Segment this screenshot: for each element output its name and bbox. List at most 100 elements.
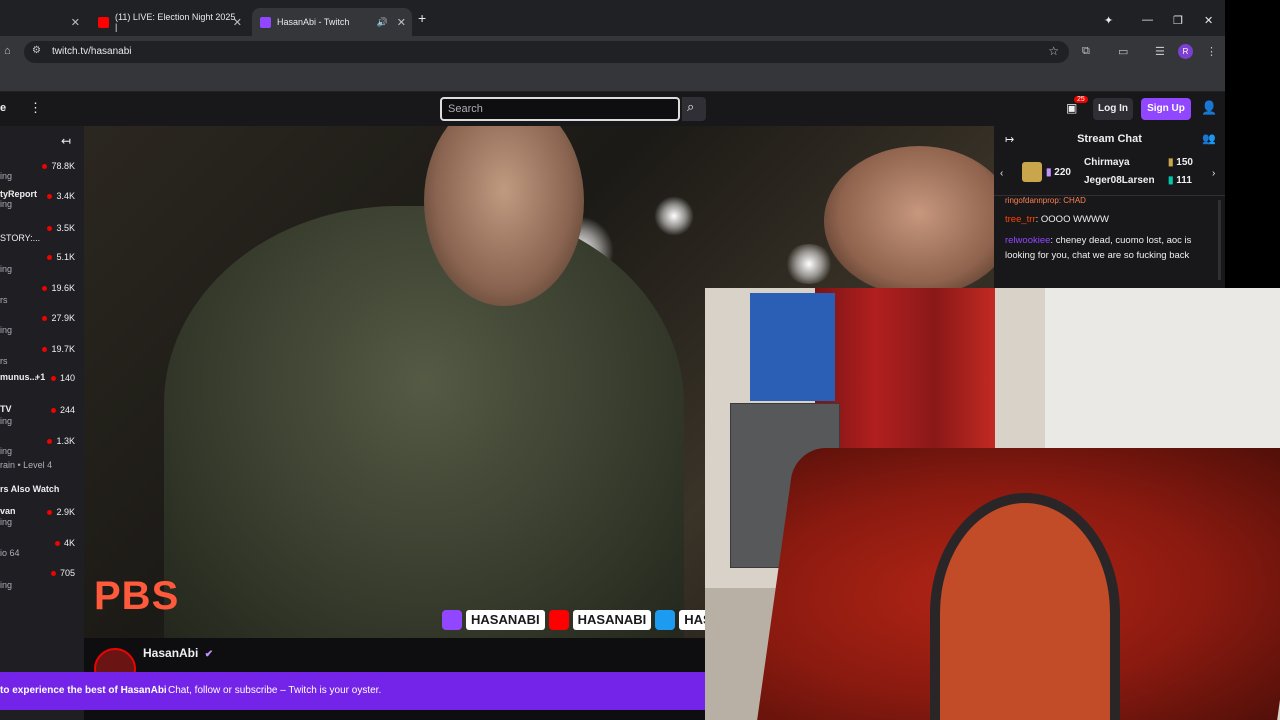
viewer-count: 5.1K — [56, 252, 75, 262]
viewer-count: 19.7K — [51, 344, 75, 354]
chevron-right-icon[interactable]: › — [1212, 168, 1215, 179]
gifter-name: Jeger08Larsen — [1084, 175, 1155, 186]
channel-game: io 64 — [0, 548, 20, 558]
tab-search-icon[interactable]: ☰ — [1155, 45, 1165, 58]
stage-light — [784, 244, 834, 284]
viewer-count: 78.8K — [51, 161, 75, 171]
also-watch-heading: rs Also Watch — [0, 484, 60, 494]
live-dot — [47, 510, 53, 516]
profile-avatar[interactable]: R — [1178, 44, 1193, 59]
ticker-handle: HASANABI — [466, 610, 545, 630]
tab-strip: ✕ (11) LIVE: Election Night 2025 | ✕ Has… — [0, 0, 1225, 36]
gift-leaderboard: ‹ ▮ 220 Chirmaya ▮ 150 Jeger08Larsen ▮ 1… — [994, 154, 1225, 196]
speaker-icon[interactable]: 🔊 — [377, 17, 388, 28]
menu-kebab-icon[interactable]: ⋮ — [1206, 45, 1217, 58]
user-icon[interactable]: 👤 — [1201, 100, 1217, 116]
chat-text: OOOO WWWW — [1040, 214, 1109, 225]
channel-game: ing — [0, 199, 13, 209]
extensions-icon[interactable]: ⧉ — [1082, 45, 1090, 58]
channel-name[interactable]: HasanAbi ✔ — [143, 646, 213, 660]
channel-name: TV — [0, 404, 12, 414]
signup-button[interactable]: Sign Up — [1141, 98, 1191, 120]
gemini-icon[interactable]: ✦ — [1104, 14, 1113, 27]
live-dot — [47, 439, 53, 445]
collapse-sidebar-icon[interactable]: ↤ — [61, 134, 71, 148]
address-bar: ⌂ ⚙ twitch.tv/hasanabi ☆ ⧉ ▭ ☰ R ⋮ — [0, 36, 1225, 68]
live-dot — [42, 347, 48, 353]
viewer-count: 140 — [59, 373, 75, 383]
youtube-favicon-icon — [98, 16, 109, 28]
gift-icon — [1022, 162, 1042, 182]
chat-message-partial: ringofdannprop: CHAD — [1005, 196, 1086, 205]
live-dot — [42, 164, 48, 170]
bookmarks-bar — [0, 68, 1225, 92]
promo-text: Chat, follow or subscribe – Twitch is yo… — [168, 685, 382, 696]
wall — [1045, 288, 1280, 448]
chevron-left-icon[interactable]: ‹ — [1000, 168, 1003, 179]
live-dot — [42, 286, 48, 292]
gifter-name: Chirmaya — [1084, 157, 1130, 168]
chat-username[interactable]: tree_trr — [1005, 214, 1036, 225]
channel-game: ing — [0, 171, 13, 181]
prime-loot-icon[interactable]: ▣ — [1066, 101, 1077, 115]
home-icon[interactable]: ⌂ — [4, 45, 11, 57]
site-info-icon[interactable]: ⚙ — [32, 45, 41, 56]
search-icon: ⌕ — [687, 99, 695, 114]
channel-game: ing — [0, 264, 13, 274]
omnibox[interactable]: ⚙ twitch.tv/hasanabi ☆ — [24, 41, 1069, 63]
login-button[interactable]: Log In — [1093, 98, 1133, 120]
community-icon[interactable]: 👥 — [1202, 132, 1216, 145]
viewer-count: 1.3K — [56, 436, 75, 446]
gift-count: 220 — [1054, 167, 1071, 178]
close-tab-icon[interactable]: ✕ — [397, 16, 406, 29]
chat-scrollbar[interactable] — [1218, 200, 1221, 280]
tab-prev[interactable]: ✕ — [0, 8, 86, 36]
tab-hasanabi[interactable]: HasanAbi - Twitch 🔊 ✕ — [252, 8, 412, 36]
sidepanel-icon[interactable]: ▭ — [1118, 45, 1128, 58]
maximize-icon[interactable]: ❐ — [1173, 14, 1183, 27]
live-dot — [42, 316, 48, 322]
close-tab-icon[interactable]: ✕ — [233, 16, 242, 29]
channel-name: van — [0, 506, 16, 516]
tab-label: HasanAbi - Twitch — [277, 17, 350, 27]
live-dot — [50, 571, 56, 577]
chat-username[interactable]: relwookiee — [1005, 235, 1050, 246]
gifter-entry[interactable]: Jeger08Larsen — [1084, 175, 1155, 186]
more-kebab-icon[interactable]: ⋮ — [29, 100, 42, 116]
browse-link-partial[interactable]: e — [0, 102, 6, 114]
url-text: twitch.tv/hasanabi — [52, 46, 132, 57]
live-dot — [47, 255, 53, 261]
verified-icon: ✔ — [204, 649, 214, 660]
guest-head — [824, 146, 994, 296]
social-ticker: HASANABI HASANABI HASAN — [442, 610, 736, 630]
gifter-count: ▮ 111 — [1168, 175, 1192, 186]
chat-title: Stream Chat — [1077, 133, 1142, 145]
signup-promo-banner[interactable]: to experience the best of HasanAbi Chat,… — [0, 672, 705, 710]
stage-light — [654, 196, 694, 236]
viewer-count: 705 — [59, 568, 75, 578]
extra-count: +1 — [35, 372, 46, 382]
tab-election-night[interactable]: (11) LIVE: Election Night 2025 | ✕ — [90, 8, 248, 36]
viewer-count: 27.9K — [51, 313, 75, 323]
gifter-entry[interactable]: Chirmaya — [1084, 157, 1130, 168]
live-dot — [47, 194, 53, 200]
search-button[interactable]: ⌕ — [682, 97, 706, 121]
viewer-count: 3.5K — [56, 223, 75, 233]
close-tab-icon[interactable]: ✕ — [71, 16, 80, 29]
twitch-topnav: e ⋮ Search ⌕ ▣ 25 Log In Sign Up 👤 — [0, 92, 1225, 126]
new-tab-icon[interactable]: + — [418, 10, 426, 26]
search-input[interactable]: Search — [440, 97, 680, 121]
youtube-icon — [548, 610, 569, 630]
tab-label: (11) LIVE: Election Night 2025 | — [114, 12, 236, 32]
viewer-count: 244 — [59, 405, 75, 415]
live-dot — [47, 226, 53, 232]
close-window-icon[interactable]: ✕ — [1204, 14, 1213, 27]
channel-game: rs — [0, 356, 8, 366]
channel-name-text: HasanAbi — [143, 646, 199, 660]
minimize-icon[interactable]: — — [1142, 14, 1153, 26]
bookmark-star-icon[interactable]: ☆ — [1048, 44, 1059, 58]
channel-game: ing — [0, 517, 13, 527]
viewer-count: 2.9K — [56, 507, 75, 517]
pbs-logo: PBS — [94, 574, 180, 618]
channel-game: ing — [0, 446, 13, 456]
